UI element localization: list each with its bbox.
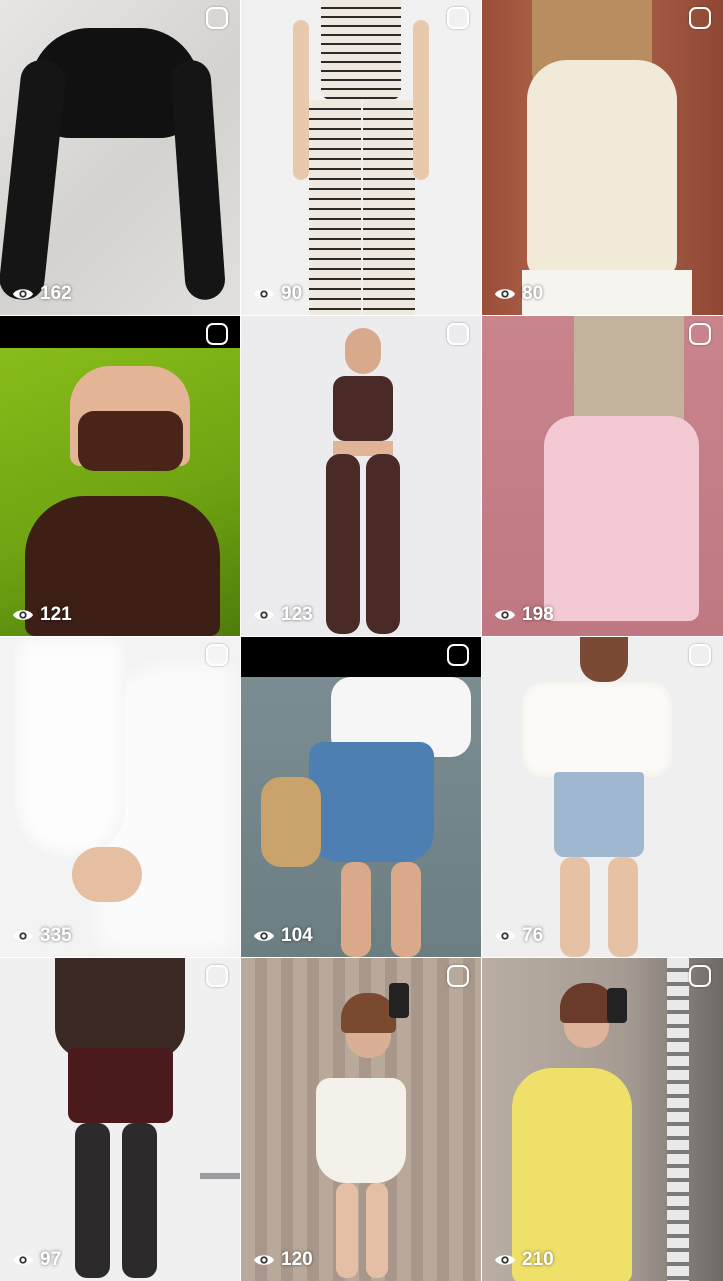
post-tile-3[interactable]: 80 <box>482 0 723 315</box>
black-bar <box>241 637 481 677</box>
eye-icon <box>12 610 34 620</box>
view-count-value: 198 <box>522 604 554 625</box>
view-count: 210 <box>494 1249 554 1271</box>
view-count: 76 <box>494 925 543 947</box>
post-thumbnail <box>241 0 481 315</box>
view-count: 198 <box>494 604 554 626</box>
view-count: 123 <box>253 604 313 626</box>
post-tile-2[interactable]: 90 <box>241 0 481 315</box>
eye-icon <box>253 1255 275 1265</box>
eye-icon <box>253 289 275 299</box>
post-tile-11[interactable]: 120 <box>241 958 481 1281</box>
post-thumbnail <box>482 316 723 636</box>
eye-icon <box>494 931 516 941</box>
view-count-value: 335 <box>40 925 72 946</box>
view-count: 104 <box>253 925 313 947</box>
view-count-value: 80 <box>522 283 544 304</box>
select-checkbox-icon[interactable] <box>206 7 228 29</box>
post-tile-6[interactable]: 198 <box>482 316 723 636</box>
post-grid: 162 90 80 121 123 198 335 104 76 97 120 … <box>0 0 723 1281</box>
eye-icon <box>253 610 275 620</box>
post-thumbnail <box>241 637 481 957</box>
view-count: 121 <box>12 604 72 626</box>
post-tile-12[interactable]: 210 <box>482 958 723 1281</box>
eye-icon <box>12 931 34 941</box>
select-checkbox-icon[interactable] <box>206 965 228 987</box>
select-checkbox-icon[interactable] <box>447 644 469 666</box>
post-thumbnail <box>0 958 240 1281</box>
post-thumbnail <box>0 316 240 636</box>
view-count-value: 76 <box>522 925 544 946</box>
view-count-value: 90 <box>281 283 303 304</box>
post-tile-1[interactable]: 162 <box>0 0 240 315</box>
select-checkbox-icon[interactable] <box>447 7 469 29</box>
post-thumbnail <box>482 958 723 1281</box>
select-checkbox-icon[interactable] <box>206 644 228 666</box>
post-thumbnail <box>0 637 240 957</box>
eye-icon <box>494 289 516 299</box>
post-tile-5[interactable]: 123 <box>241 316 481 636</box>
select-checkbox-icon[interactable] <box>206 323 228 345</box>
view-count-value: 121 <box>40 604 72 625</box>
view-count: 120 <box>253 1249 313 1271</box>
select-checkbox-icon[interactable] <box>447 965 469 987</box>
view-count: 162 <box>12 283 72 305</box>
view-count: 90 <box>253 283 302 305</box>
post-thumbnail <box>482 637 723 957</box>
select-checkbox-icon[interactable] <box>689 965 711 987</box>
view-count-value: 120 <box>281 1249 313 1270</box>
post-tile-10[interactable]: 97 <box>0 958 240 1281</box>
view-count-value: 162 <box>40 283 72 304</box>
post-tile-7[interactable]: 335 <box>0 637 240 957</box>
eye-icon <box>253 931 275 941</box>
eye-icon <box>494 1255 516 1265</box>
post-thumbnail <box>241 958 481 1281</box>
view-count: 80 <box>494 283 543 305</box>
black-bar <box>0 316 240 348</box>
post-tile-8[interactable]: 104 <box>241 637 481 957</box>
eye-icon <box>12 1255 34 1265</box>
view-count: 335 <box>12 925 72 947</box>
view-count-value: 210 <box>522 1249 554 1270</box>
view-count-value: 123 <box>281 604 313 625</box>
view-count-value: 104 <box>281 925 313 946</box>
post-tile-4[interactable]: 121 <box>0 316 240 636</box>
view-count-value: 97 <box>40 1249 62 1270</box>
select-checkbox-icon[interactable] <box>689 644 711 666</box>
post-tile-9[interactable]: 76 <box>482 637 723 957</box>
post-thumbnail <box>0 0 240 315</box>
eye-icon <box>12 289 34 299</box>
select-checkbox-icon[interactable] <box>689 7 711 29</box>
select-checkbox-icon[interactable] <box>447 323 469 345</box>
post-thumbnail <box>482 0 723 315</box>
post-thumbnail <box>241 316 481 636</box>
select-checkbox-icon[interactable] <box>689 323 711 345</box>
eye-icon <box>494 610 516 620</box>
view-count: 97 <box>12 1249 61 1271</box>
